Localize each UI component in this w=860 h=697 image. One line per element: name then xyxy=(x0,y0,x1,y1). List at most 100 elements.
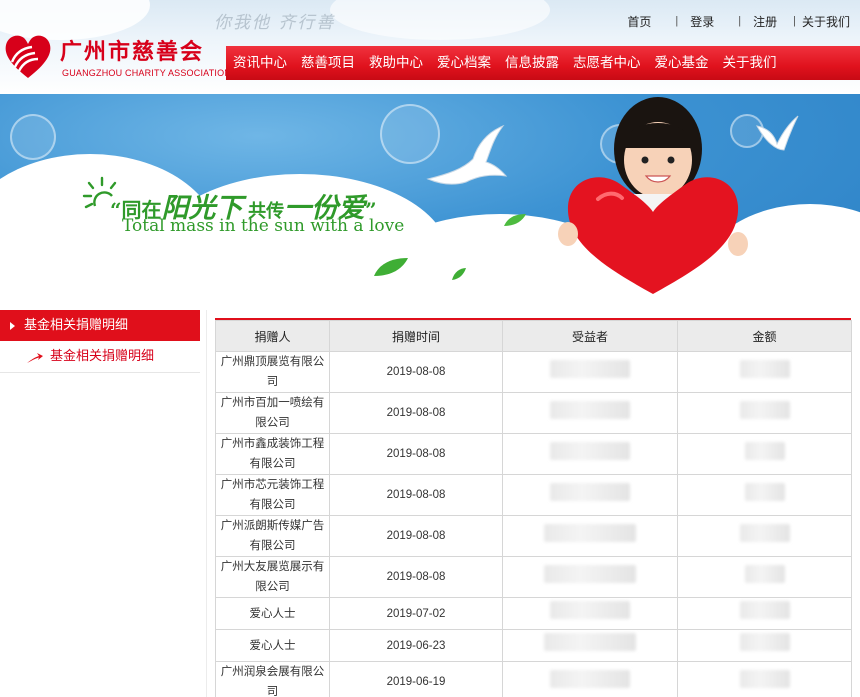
cell-beneficiary-redacted xyxy=(502,629,678,662)
cell-amount-redacted xyxy=(677,351,852,393)
cell-amount-redacted xyxy=(677,629,852,662)
leaf-icon xyxy=(374,258,408,276)
cell-amount-redacted xyxy=(677,392,852,434)
logo-title-en: GUANGZHOU CHARITY ASSOCIATION xyxy=(62,68,231,78)
nav-archive[interactable]: 爱心档案 xyxy=(430,46,498,80)
table-row: 广州市鑫成装饰工程有限公司 2019-08-08 xyxy=(215,433,852,475)
column-header-date: 捐赠时间 xyxy=(329,320,503,352)
nav-news[interactable]: 资讯中心 xyxy=(226,46,294,80)
redacted-blur xyxy=(544,564,636,583)
cell-date: 2019-08-08 xyxy=(329,392,503,434)
header-slogan: 你我他 齐行善 xyxy=(214,13,336,33)
header-cloud xyxy=(330,0,550,40)
table-header-row: 捐赠人 捐赠时间 受益者 金额 xyxy=(215,320,852,352)
redacted-blur xyxy=(739,633,790,651)
top-link-login[interactable]: 登录 xyxy=(690,13,714,30)
cell-beneficiary-redacted xyxy=(502,661,678,697)
cell-donor: 广州润泉会展有限公司 xyxy=(215,661,330,697)
cell-beneficiary-redacted xyxy=(502,392,678,434)
cell-amount-redacted xyxy=(677,515,852,557)
redacted-blur xyxy=(544,633,636,651)
redacted-blur xyxy=(544,523,636,542)
top-link-register[interactable]: 注册 xyxy=(753,13,777,30)
redacted-blur xyxy=(550,601,630,619)
table-row: 广州市芯元装饰工程有限公司 2019-08-08 xyxy=(215,474,852,516)
cell-beneficiary-redacted xyxy=(502,556,678,598)
site-header: 你我他 齐行善 广州市慈善会 GUANGZHOU CHARITY ASSOCIA… xyxy=(0,0,860,94)
cell-donor: 爱心人士 xyxy=(215,597,330,630)
divider: | xyxy=(675,15,679,27)
table-row: 广州派朗斯传媒广告有限公司 2019-08-08 xyxy=(215,515,852,557)
cell-donor: 广州派朗斯传媒广告有限公司 xyxy=(215,515,330,557)
redacted-blur xyxy=(739,400,790,419)
donation-table: 捐赠人 捐赠时间 受益者 金额 广州鼎顶展览有限公司 2019-08-08 广州… xyxy=(215,320,852,697)
nav-about[interactable]: 关于我们 xyxy=(716,46,784,80)
cell-date: 2019-06-19 xyxy=(329,661,503,697)
cell-date: 2019-08-08 xyxy=(329,556,503,598)
top-link-about[interactable]: 关于我们 xyxy=(802,13,850,30)
site-logo[interactable]: 广州市慈善会 GUANGZHOU CHARITY ASSOCIATION xyxy=(0,30,231,86)
table-row: 广州鼎顶展览有限公司 2019-08-08 xyxy=(215,351,852,393)
hero-banner: “同在阳光下 共传一份爱” Total mass in the sun with… xyxy=(0,94,860,304)
nav-disclosure[interactable]: 信息披露 xyxy=(498,46,566,80)
dove-icon xyxy=(756,115,799,151)
table-row: 爱心人士 2019-07-02 xyxy=(215,597,852,630)
divider: | xyxy=(793,15,796,27)
column-header-beneficiary: 受益者 xyxy=(502,320,678,352)
redacted-blur xyxy=(550,482,630,501)
cell-beneficiary-redacted xyxy=(502,433,678,475)
redacted-blur xyxy=(739,523,790,542)
redacted-blur xyxy=(744,441,785,460)
nav-relief[interactable]: 救助中心 xyxy=(362,46,430,80)
top-links: 首页 | 登录 | 注册 | 关于我们 xyxy=(627,12,850,30)
cell-beneficiary-redacted xyxy=(502,597,678,630)
redacted-blur xyxy=(550,359,630,378)
sidebar-title[interactable]: 基金相关捐赠明细 xyxy=(0,310,200,341)
nav-volunteer[interactable]: 志愿者中心 xyxy=(566,46,648,80)
nav-projects[interactable]: 慈善项目 xyxy=(294,46,362,80)
cell-donor: 广州市芯元装饰工程有限公司 xyxy=(215,474,330,516)
cell-amount-redacted xyxy=(677,597,852,630)
nav-fund[interactable]: 爱心基金 xyxy=(648,46,716,80)
cell-amount-redacted xyxy=(677,556,852,598)
divider: | xyxy=(738,15,742,27)
cell-amount-redacted xyxy=(677,661,852,697)
redacted-blur xyxy=(550,441,630,460)
bubble xyxy=(10,114,56,160)
cell-date: 2019-08-08 xyxy=(329,433,503,475)
logo-heart-icon xyxy=(5,35,51,78)
cell-beneficiary-redacted xyxy=(502,515,678,557)
redacted-blur xyxy=(739,669,790,688)
girl-with-heart-illustration xyxy=(558,97,748,294)
column-header-donor: 捐赠人 xyxy=(215,320,330,352)
sidebar-title-label: 基金相关捐赠明细 xyxy=(24,318,129,333)
sidebar-item-donation-detail[interactable]: 基金相关捐赠明细 xyxy=(0,341,200,373)
sidebar-item-label: 基金相关捐赠明细 xyxy=(50,349,155,364)
cell-date: 2019-08-08 xyxy=(329,351,503,393)
main-nav: 资讯中心 慈善项目 救助中心 爱心档案 信息披露 志愿者中心 爱心基金 关于我们 xyxy=(226,46,860,80)
leaf-icon xyxy=(452,268,466,280)
divider xyxy=(206,310,207,697)
redacted-blur xyxy=(739,601,790,619)
cell-date: 2019-08-08 xyxy=(329,474,503,516)
top-link-home[interactable]: 首页 xyxy=(627,13,651,30)
banner-slogan: “同在阳光下 共传一份爱” Total mass in the sun with… xyxy=(82,176,442,246)
redacted-blur xyxy=(744,564,785,583)
cell-donor: 广州市鑫成装饰工程有限公司 xyxy=(215,433,330,475)
cell-donor: 广州鼎顶展览有限公司 xyxy=(215,351,330,393)
cell-beneficiary-redacted xyxy=(502,351,678,393)
column-header-amount: 金额 xyxy=(677,320,852,352)
redacted-blur xyxy=(550,669,630,688)
table-row: 广州市百加一喷绘有限公司 2019-08-08 xyxy=(215,392,852,434)
table-row: 爱心人士 2019-06-23 xyxy=(215,629,852,662)
table-row: 广州大友展览展示有限公司 2019-08-08 xyxy=(215,556,852,598)
redacted-blur xyxy=(744,482,785,501)
donation-table-wrap: 捐赠人 捐赠时间 受益者 金额 广州鼎顶展览有限公司 2019-08-08 广州… xyxy=(215,318,852,697)
table-row: 广州润泉会展有限公司 2019-06-19 xyxy=(215,661,852,697)
redacted-blur xyxy=(550,400,630,419)
arrow-icon xyxy=(27,353,43,363)
cell-amount-redacted xyxy=(677,433,852,475)
cell-donor: 爱心人士 xyxy=(215,629,330,662)
cell-date: 2019-08-08 xyxy=(329,515,503,557)
cell-beneficiary-redacted xyxy=(502,474,678,516)
